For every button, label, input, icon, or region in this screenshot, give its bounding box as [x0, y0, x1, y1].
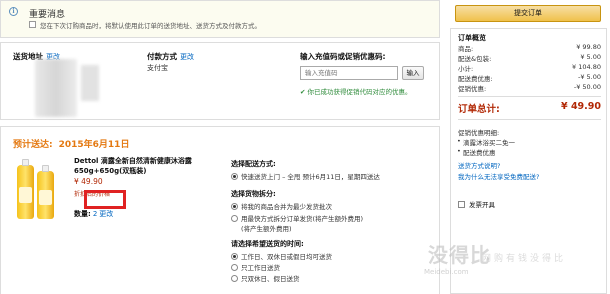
product-price: ¥ 49.90: [74, 177, 103, 186]
invoice-option[interactable]: 发票开具: [458, 199, 495, 209]
payment-heading: 付款方式 更改: [147, 52, 194, 61]
shipment-panel: 预计送达: 2015年6月11日 Dettol 滴露全新自然清新健康沐浴露 650…: [0, 126, 440, 294]
grouping-option-combine[interactable]: 将我的商品合并为最少发货批次: [231, 201, 332, 211]
payment-method: 支付宝: [147, 64, 168, 72]
summary-divider-2: [458, 119, 601, 120]
grouping-option-split[interactable]: 用最快方式拆分订单发货(将产生额外费用): [231, 213, 363, 223]
summary-row-subtotal: 小计: ¥ 104.80: [458, 63, 601, 73]
estimated-delivery: 预计送达: 2015年6月11日: [13, 140, 130, 150]
summary-title: 订单概览: [458, 34, 486, 42]
quantity-row: 数量: 2 更改: [74, 210, 114, 218]
summary-row-shipping-discount: 配送费优惠: -¥ 5.00: [458, 73, 601, 83]
quantity-highlight-box: [84, 190, 126, 209]
change-quantity-link[interactable]: 更改: [99, 210, 113, 218]
submit-order-button[interactable]: 提交订单: [455, 5, 601, 22]
delivery-heading: 选择配送方式:: [231, 160, 276, 168]
notice-title: 重要消息: [29, 10, 66, 20]
quantity-value: 2: [92, 210, 98, 218]
delivery-option[interactable]: 快速送货上门 – 全甩 预计6月11日，星期四送达: [231, 171, 380, 181]
free-shipping-link[interactable]: 我为什么无法享受免费配送?: [458, 171, 539, 181]
time-radio-any[interactable]: [231, 253, 238, 260]
redacted-address: [35, 59, 77, 117]
delivery-radio[interactable]: [231, 173, 238, 180]
important-notice: i 重要消息 您在下次订购商品时，将默认使用此订单的送货地址、送货方式及付款方式…: [0, 0, 440, 38]
promo-item: 滴露沐浴买二免一: [457, 137, 515, 147]
grouping-extra-fee-note: (将产生额外费用): [241, 225, 292, 233]
summary-row-promo-discount: 促销优惠: -¥ 50.00: [458, 83, 601, 93]
order-total: 订单总计: ¥ 49.90: [458, 101, 601, 115]
grouping-radio-split[interactable]: [231, 215, 238, 222]
site-watermark: 没得比 网购有钱没得比 Meidebi.com: [418, 236, 610, 294]
default-settings-checkbox[interactable]: [29, 21, 36, 28]
grouping-heading: 选择货物拆分:: [231, 190, 276, 198]
time-radio-weekend[interactable]: [231, 275, 238, 282]
order-details-panel: 送货地址更改 付款方式更改 支付宝 输入充值码或促销优惠码: 输入 ✔ 你已成功…: [0, 42, 440, 120]
time-option-weekend[interactable]: 只双休日、假日送货: [231, 273, 300, 283]
promo-success-message: ✔ 你已成功获得促销代码对应的优惠。: [300, 88, 412, 96]
summary-row-items: 商品: ¥ 99.80: [458, 43, 601, 53]
time-radio-weekday[interactable]: [231, 264, 238, 271]
invoice-checkbox[interactable]: [458, 201, 465, 208]
summary-row-shipping: 配送&包装: ¥ 5.00: [458, 53, 601, 63]
shipping-methods-link[interactable]: 送货方式说明?: [458, 160, 500, 170]
grouping-radio-combine[interactable]: [231, 203, 238, 210]
redacted-address-extra: [81, 65, 99, 101]
watermark-url: Meidebi.com: [424, 268, 469, 276]
time-heading: 请选择希望送货的时间:: [231, 240, 304, 248]
summary-divider: [458, 96, 601, 97]
change-payment-link[interactable]: 更改: [180, 53, 194, 61]
product-name[interactable]: Dettol 滴露全新自然清新健康沐浴露 650g+650g(双瓶装): [74, 156, 214, 176]
promo-apply-button[interactable]: 输入: [402, 66, 424, 80]
promo-heading: 输入充值码或促销优惠码:: [300, 52, 386, 61]
time-option-weekday[interactable]: 只工作日送货: [231, 262, 280, 272]
promo-details-heading: 促销优惠明细:: [458, 129, 500, 137]
promo-code-input[interactable]: [300, 66, 398, 80]
time-option-any[interactable]: 工作日、双休日或假日均可送货: [231, 251, 332, 261]
info-icon: i: [9, 7, 18, 16]
default-settings-label: 您在下次订购商品时，将默认使用此订单的送货地址、送货方式及付款方式。: [40, 22, 261, 30]
watermark-slogan: 网购有钱没得比: [482, 254, 567, 264]
promo-item: 配送费优惠: [457, 147, 495, 157]
product-image: [15, 157, 61, 219]
